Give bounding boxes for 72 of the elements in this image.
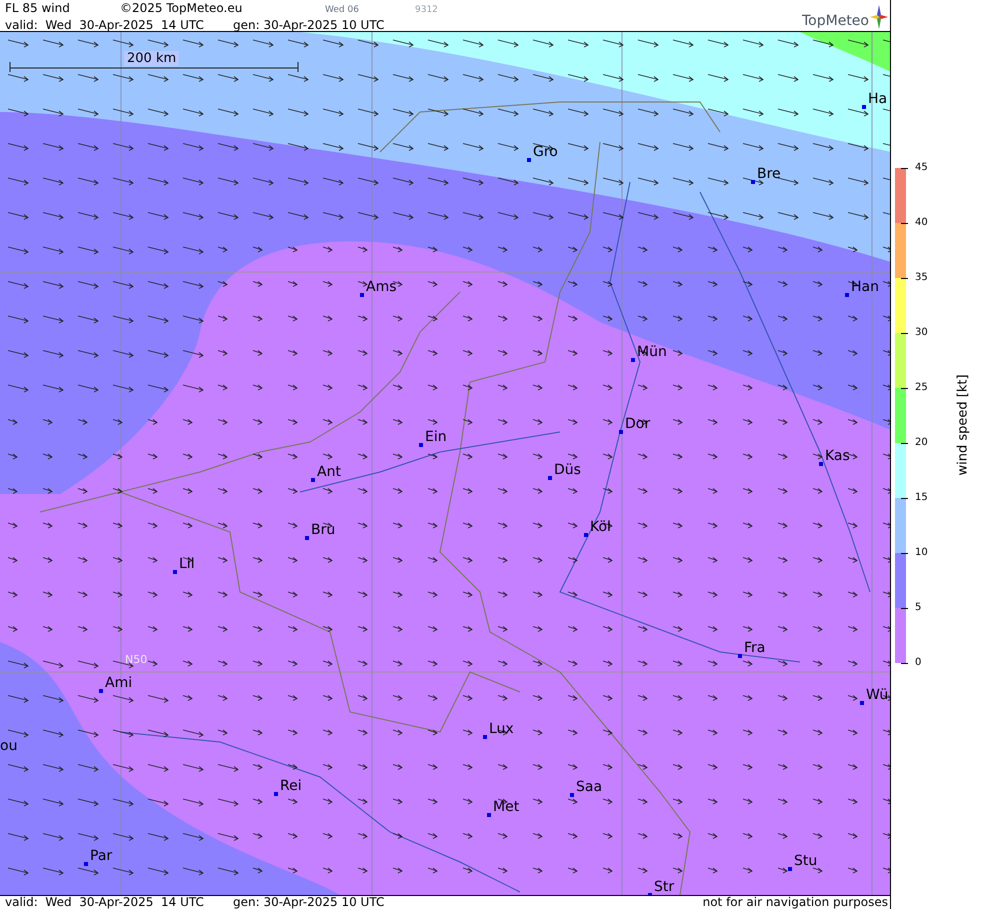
city-label: Han [851, 279, 879, 295]
scale-label: 200 km [124, 51, 180, 66]
city-label: Düs [554, 462, 581, 478]
city-marker-icon [360, 293, 364, 297]
city-label: Ami [105, 675, 132, 691]
valid-time: valid: Wed 30-Apr-2025 14 UTC [5, 18, 205, 33]
city-marker-icon [84, 862, 88, 866]
legend-tick-label: 35 [915, 272, 928, 284]
legend-tick-label: 15 [915, 492, 928, 504]
city-marker-icon [274, 792, 278, 796]
legend-tick-label: 40 [915, 217, 928, 229]
legend-tick-label: 25 [915, 382, 928, 394]
city-marker-icon [819, 462, 823, 466]
city-label: Ant [317, 464, 341, 480]
city-label: Saa [576, 779, 602, 795]
city-marker-icon [845, 293, 849, 297]
city-marker-icon [483, 735, 487, 739]
city-label: Ein [425, 429, 447, 445]
day-code: Wed 06 [325, 4, 360, 17]
city-marker-icon [570, 793, 574, 797]
city-marker-icon [99, 689, 103, 693]
legend-tick-label: 20 [915, 437, 928, 449]
legend-tick-label: 30 [915, 327, 928, 339]
city-label: Par [90, 848, 112, 864]
city-label: Wü [866, 687, 888, 703]
city-label: Dor [625, 416, 650, 432]
city-marker-icon [584, 533, 588, 537]
city-label: Stu [794, 853, 818, 869]
image-code: 9312 [415, 4, 438, 17]
city-label: Fra [744, 640, 766, 656]
city-marker-icon [548, 476, 552, 480]
logo-text: TopMeteo [802, 14, 869, 29]
city-label: Rei [280, 778, 302, 794]
city-marker-icon [751, 180, 755, 184]
city-label: Lux [489, 721, 514, 737]
legend-tick-label: 10 [915, 547, 928, 559]
legend-tick-label: 0 [915, 657, 922, 669]
legend-tick-label: 45 [915, 162, 928, 174]
footer-generated-time: gen: 30-Apr-2025 10 UTC [233, 896, 384, 909]
city-label: Str [654, 879, 674, 895]
city-marker-icon [619, 430, 623, 434]
city-marker-icon [419, 443, 423, 447]
legend-tick-label: 5 [915, 602, 922, 614]
footer-valid-time: valid: Wed 30-Apr-2025 14 UTC [5, 896, 205, 909]
city-marker-icon [527, 158, 531, 162]
city-label: Bre [757, 166, 781, 182]
city-label: Ha [868, 91, 888, 107]
city-marker-icon [862, 105, 866, 109]
city-label: Bru [311, 522, 336, 538]
map-title: FL 85 wind [5, 1, 71, 16]
city-marker-icon [487, 813, 491, 817]
city-label: Gro [533, 144, 558, 160]
city-label: Kas [825, 448, 850, 464]
city-marker-icon [311, 478, 315, 482]
latitude-label: N50 [125, 654, 148, 666]
city-marker-icon [173, 570, 177, 574]
city-marker-icon [631, 358, 635, 362]
city-label: Lil [179, 556, 195, 572]
city-marker-icon [738, 654, 742, 658]
compass-star-icon [870, 5, 888, 29]
city-label: Mün [637, 344, 667, 360]
city-marker-icon [860, 701, 864, 705]
city-label: Ams [366, 279, 397, 295]
copyright-text: ©2025 TopMeteo.eu [120, 1, 244, 16]
city-label: ou [0, 738, 18, 754]
city-label: Met [493, 799, 520, 815]
city-marker-icon [305, 536, 309, 540]
city-label: Köl [590, 519, 611, 535]
legend-title: wind speed [kt] [956, 376, 970, 476]
city-marker-icon [788, 867, 792, 871]
disclaimer-text: not for air navigation purposes [702, 896, 889, 909]
generated-time: gen: 30-Apr-2025 10 UTC [233, 18, 384, 33]
